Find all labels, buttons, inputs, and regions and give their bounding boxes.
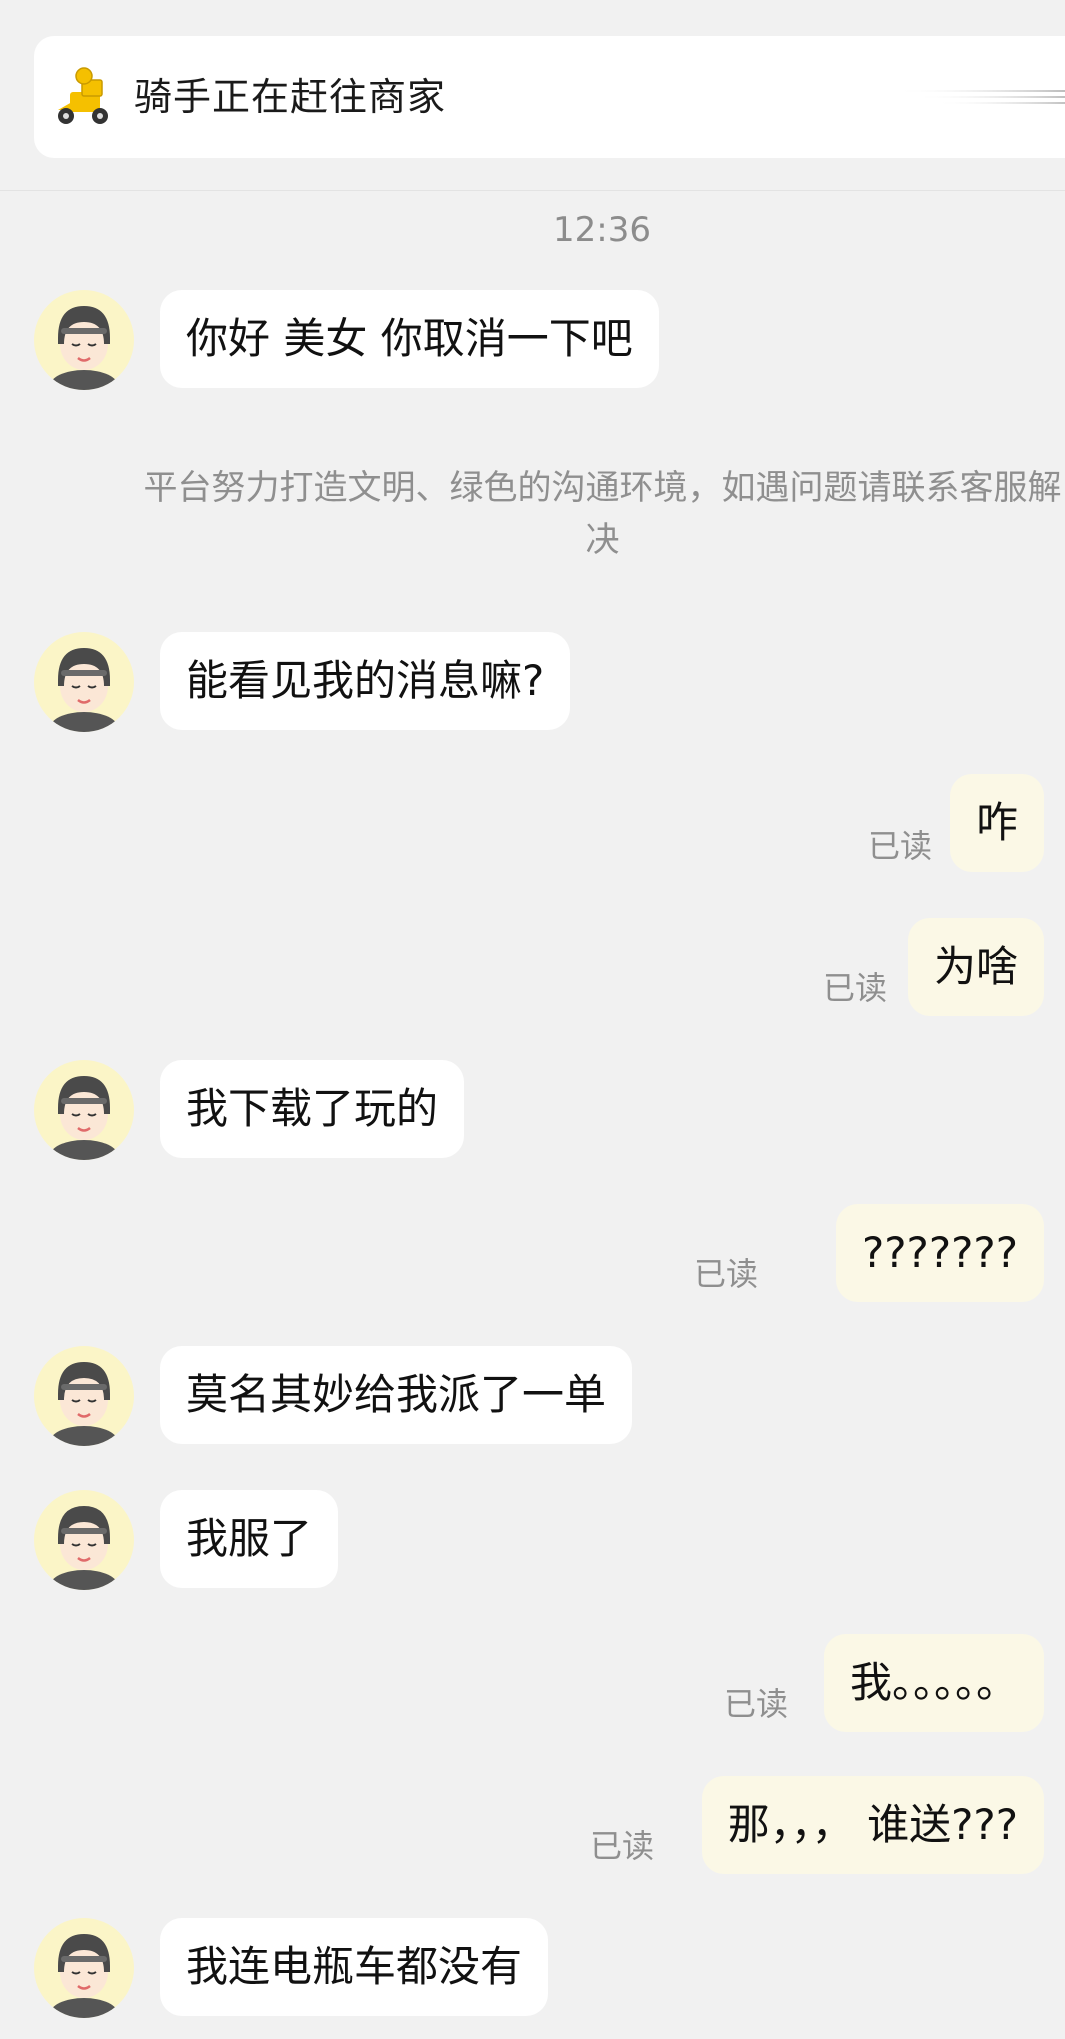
rider-avatar[interactable]	[34, 632, 134, 732]
message-bubble-incoming[interactable]: 莫名其妙给我派了一单	[160, 1346, 633, 1444]
message-bubble-outgoing[interactable]: 我。。。。。	[823, 1634, 1044, 1732]
order-status-text: 骑手正在赶往商家	[134, 75, 447, 119]
rider-avatar[interactable]	[34, 1490, 134, 1590]
scooter-rider-icon	[52, 66, 116, 128]
rider-avatar[interactable]	[34, 1060, 134, 1160]
message-bubble-outgoing[interactable]: 咋	[949, 774, 1044, 872]
rider-progress-streak	[894, 86, 1065, 108]
message-bubble-outgoing[interactable]: 为啥	[907, 918, 1044, 1016]
message-bubble-outgoing[interactable]: 那，，， 谁送???	[701, 1776, 1044, 1874]
chat-timestamp: 12:36	[553, 210, 651, 250]
rider-helmet-icon	[50, 1934, 118, 2018]
rider-helmet-icon	[50, 1362, 118, 1446]
rider-helmet-icon	[50, 648, 118, 732]
rider-avatar[interactable]	[34, 1918, 134, 2018]
message-bubble-incoming[interactable]: 我连电瓶车都没有	[160, 1918, 549, 2016]
read-status-label: 已读	[822, 969, 887, 1007]
header-divider	[0, 190, 1065, 191]
platform-notice: 平台努力打造文明、绿色的沟通环境，如遇问题请联系客服解决	[143, 468, 1062, 560]
order-status-card[interactable]: 骑手正在赶往商家 差	[34, 36, 1065, 158]
rider-helmet-icon	[50, 1076, 118, 1160]
rider-helmet-icon	[50, 306, 118, 390]
rider-avatar[interactable]	[34, 290, 134, 390]
message-bubble-incoming[interactable]: 我服了	[160, 1490, 339, 1588]
rider-helmet-icon	[50, 1506, 118, 1590]
message-bubble-outgoing[interactable]: ???????	[835, 1204, 1044, 1302]
read-status-label: 已读	[693, 1255, 758, 1293]
rider-avatar[interactable]	[34, 1346, 134, 1446]
message-bubble-incoming[interactable]: 能看见我的消息嘛?	[160, 632, 571, 730]
message-bubble-incoming[interactable]: 我下载了玩的	[160, 1060, 465, 1158]
message-bubble-incoming[interactable]: 你好 美女 你取消一下吧	[160, 290, 659, 388]
read-status-label: 已读	[589, 1827, 654, 1865]
read-status-label: 已读	[867, 827, 932, 865]
read-status-label: 已读	[723, 1685, 788, 1723]
